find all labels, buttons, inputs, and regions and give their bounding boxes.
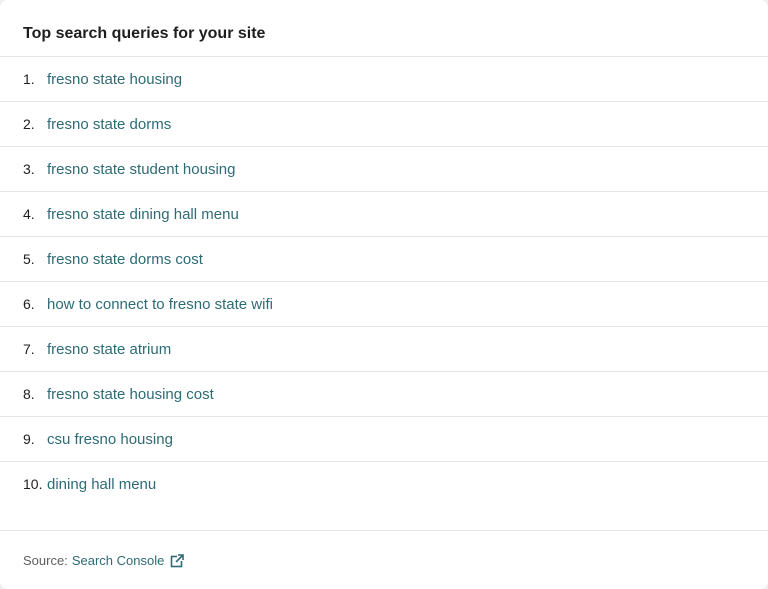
query-rank: 4. bbox=[23, 206, 35, 222]
query-rank: 9. bbox=[23, 431, 35, 447]
query-rank: 5. bbox=[23, 251, 35, 267]
query-rank: 10. bbox=[23, 476, 43, 492]
list-item: 10. dining hall menu bbox=[0, 461, 768, 506]
query-link[interactable]: fresno state housing bbox=[47, 71, 182, 88]
query-rank: 3. bbox=[23, 161, 35, 177]
query-link[interactable]: dining hall menu bbox=[47, 476, 156, 493]
query-rank: 1. bbox=[23, 71, 35, 87]
list-item: 4. fresno state dining hall menu bbox=[0, 191, 768, 236]
query-rank: 2. bbox=[23, 116, 35, 132]
list-item: 6. how to connect to fresno state wifi bbox=[0, 281, 768, 326]
query-link[interactable]: fresno state dining hall menu bbox=[47, 206, 239, 223]
list-item: 1. fresno state housing bbox=[0, 56, 768, 101]
query-link[interactable]: csu fresno housing bbox=[47, 431, 173, 448]
list-item: 2. fresno state dorms bbox=[0, 101, 768, 146]
query-link[interactable]: how to connect to fresno state wifi bbox=[47, 296, 273, 313]
list-item: 8. fresno state housing cost bbox=[0, 371, 768, 416]
footer-divider bbox=[0, 530, 768, 531]
search-console-link[interactable]: Search Console bbox=[72, 552, 165, 570]
query-link[interactable]: fresno state student housing bbox=[47, 161, 235, 178]
source-label: Source: bbox=[23, 553, 68, 568]
external-link-icon[interactable] bbox=[170, 554, 185, 568]
query-link[interactable]: fresno state dorms cost bbox=[47, 251, 203, 268]
query-rank: 6. bbox=[23, 296, 35, 312]
query-link[interactable]: fresno state dorms bbox=[47, 116, 171, 133]
list-item: 9. csu fresno housing bbox=[0, 416, 768, 461]
card-title: Top search queries for your site bbox=[23, 25, 266, 42]
query-rank: 7. bbox=[23, 341, 35, 357]
query-list: 1. fresno state housing 2. fresno state … bbox=[0, 56, 768, 506]
top-queries-card: Top search queries for your site 1. fres… bbox=[0, 0, 768, 589]
list-item: 5. fresno state dorms cost bbox=[0, 236, 768, 281]
query-link[interactable]: fresno state atrium bbox=[47, 341, 171, 358]
list-item: 7. fresno state atrium bbox=[0, 326, 768, 371]
list-item: 3. fresno state student housing bbox=[0, 146, 768, 191]
query-link[interactable]: fresno state housing cost bbox=[47, 386, 214, 403]
source-footer: Source: Search Console bbox=[23, 552, 185, 570]
query-rank: 8. bbox=[23, 386, 35, 402]
